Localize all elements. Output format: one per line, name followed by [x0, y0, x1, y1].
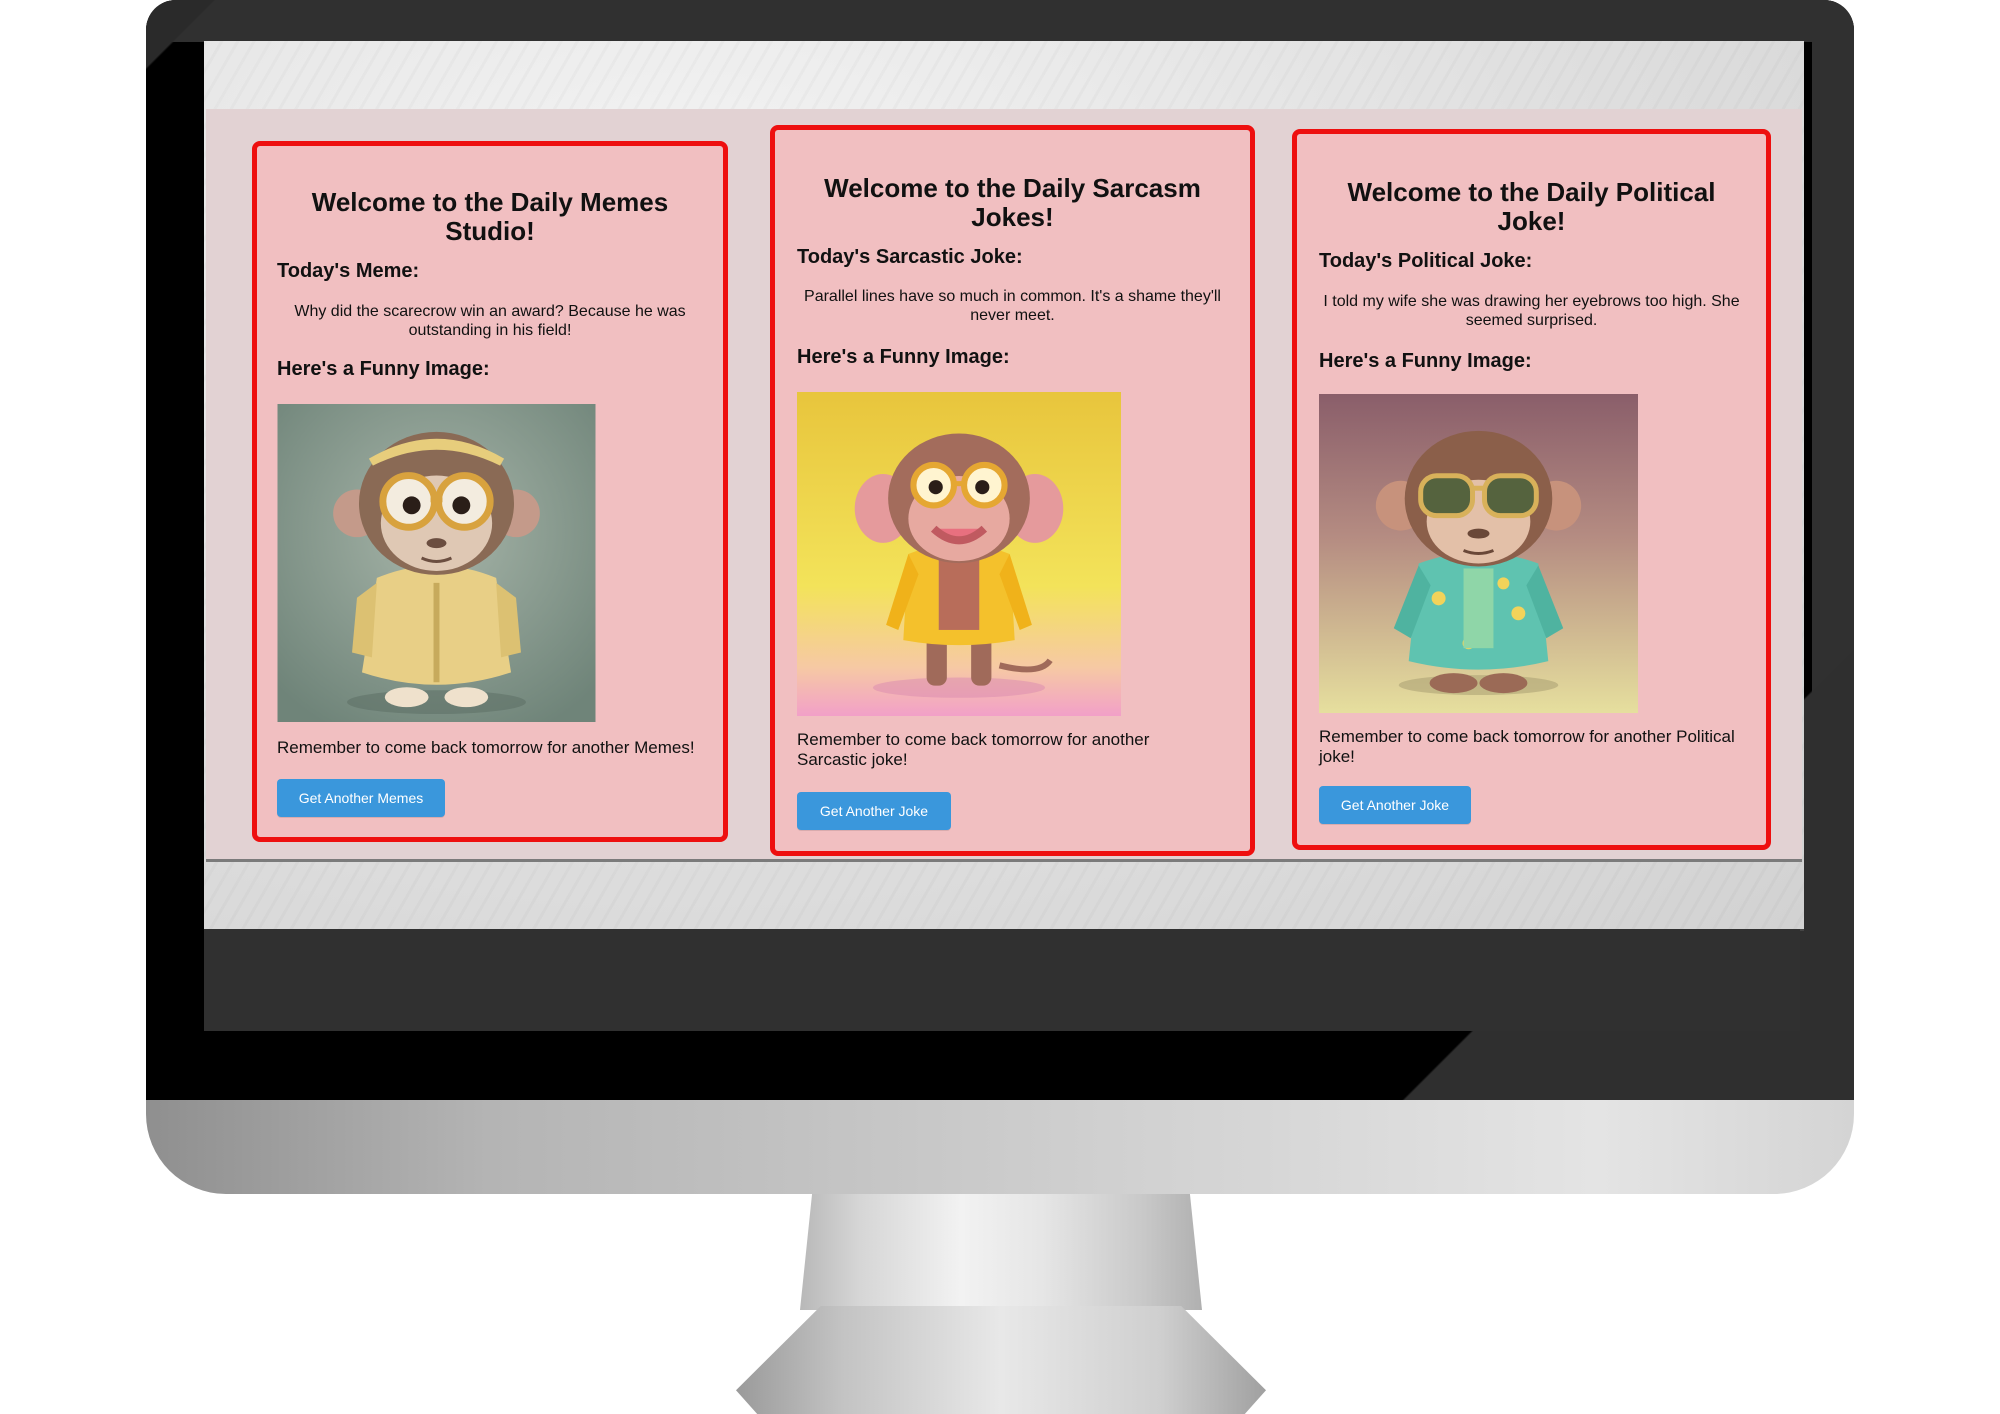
joke-text: I told my wife she was drawing her eyebr… [1323, 293, 1740, 329]
reminder-text: Remember to come back tomorrow for anoth… [1319, 727, 1735, 766]
get-another-memes-button[interactable]: Get Another Memes [277, 779, 445, 817]
page-container: Welcome to the Daily Memes Studio! Today… [206, 109, 1802, 862]
monitor-chin [146, 1100, 1854, 1194]
card-title: Welcome to the Daily Political Joke! [1347, 177, 1716, 236]
webpage-background: Welcome to the Daily Memes Studio! Today… [204, 41, 1804, 929]
joke-text: Why did the scarecrow win an award? Beca… [294, 303, 686, 339]
monitor-stand-neck [800, 1194, 1202, 1310]
reminder-text: Remember to come back tomorrow for anoth… [797, 730, 1150, 769]
screen-dark-area [204, 929, 1800, 1031]
monitor-screen: Welcome to the Daily Memes Studio! Today… [204, 41, 1804, 1031]
image-label: Here's a Funny Image: [277, 358, 490, 380]
monkey-hoodie-icon [277, 404, 596, 722]
section-label: Today's Meme: [277, 260, 420, 282]
political-card: Welcome to the Daily Political Joke! Tod… [1292, 129, 1771, 850]
funny-image [797, 392, 1121, 716]
joke-text: Parallel lines have so much in common. I… [804, 288, 1221, 324]
monkey-hawaiian-shirt-icon [1319, 394, 1638, 713]
card-title: Welcome to the Daily Sarcasm Jokes! [824, 173, 1201, 232]
image-label: Here's a Funny Image: [797, 346, 1010, 368]
funny-image [1319, 394, 1638, 713]
memes-card: Welcome to the Daily Memes Studio! Today… [252, 141, 728, 842]
card-title: Welcome to the Daily Memes Studio! [311, 187, 669, 246]
get-another-joke-button[interactable]: Get Another Joke [797, 792, 951, 830]
sarcasm-card: Welcome to the Daily Sarcasm Jokes! Toda… [770, 125, 1255, 856]
image-label: Here's a Funny Image: [1319, 350, 1532, 372]
get-another-joke-button[interactable]: Get Another Joke [1319, 786, 1471, 824]
monkey-yellow-shirt-icon [797, 392, 1121, 716]
funny-image [277, 404, 596, 722]
reminder-text: Remember to come back tomorrow for anoth… [277, 738, 695, 757]
monitor-stand-base [736, 1306, 1266, 1414]
section-label: Today's Political Joke: [1319, 250, 1533, 272]
section-label: Today's Sarcastic Joke: [797, 246, 1023, 268]
